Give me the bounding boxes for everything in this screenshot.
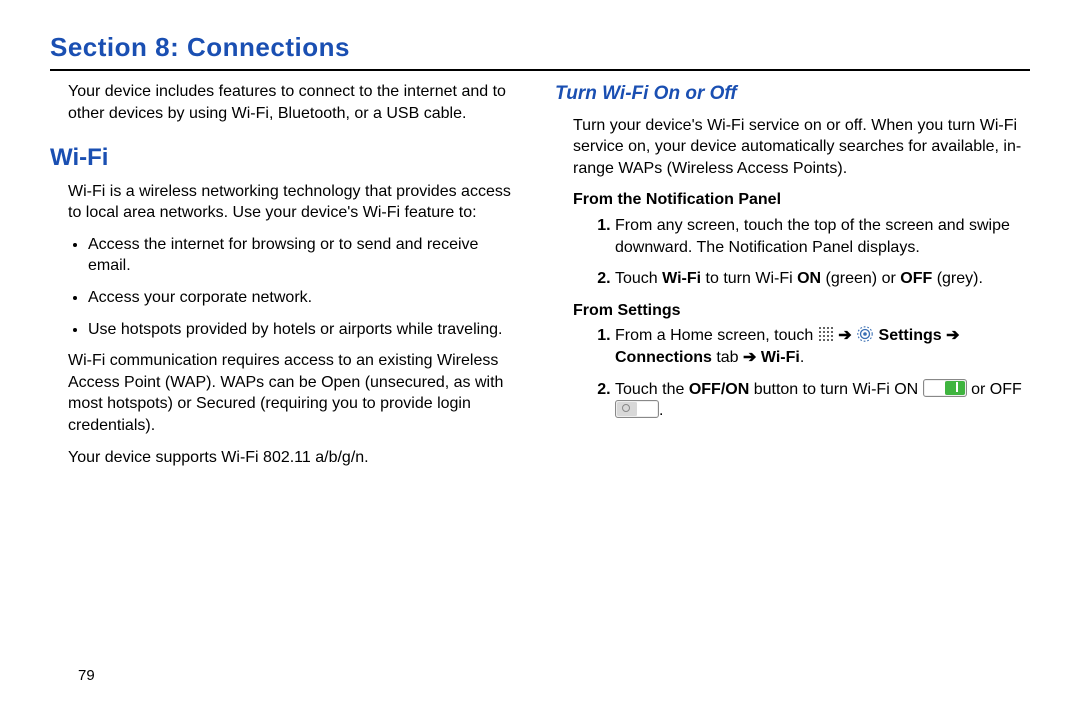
from-settings-label: From Settings xyxy=(555,300,1030,322)
toggle-on-icon xyxy=(923,379,967,397)
wifi-heading: Wi-Fi xyxy=(50,142,525,174)
off-on-label: OFF/ON xyxy=(689,381,749,398)
arrow-icon: ➔ xyxy=(743,349,761,366)
step-text: tab xyxy=(712,349,743,366)
wifi-label: Wi-Fi xyxy=(761,349,800,366)
step-item: Touch the OFF/ON button to turn Wi-Fi ON… xyxy=(615,379,1030,422)
apps-grid-icon xyxy=(818,326,834,342)
step-text: Touch the xyxy=(615,381,689,398)
connections-label: Connections xyxy=(615,349,712,366)
step-text: to turn Wi-Fi xyxy=(701,270,797,287)
two-column-layout: Your device includes features to connect… xyxy=(50,81,1030,478)
left-column: Your device includes features to connect… xyxy=(50,81,525,478)
settings-gear-icon xyxy=(856,325,874,343)
settings-label: Settings xyxy=(879,327,942,344)
list-item: Access the internet for browsing or to s… xyxy=(88,234,525,277)
step-text: Touch xyxy=(615,270,662,287)
list-item: Use hotspots provided by hotels or airpo… xyxy=(88,319,525,341)
step-text: button to turn Wi-Fi ON xyxy=(749,381,922,398)
step-text: . xyxy=(800,349,804,366)
step-text: From a Home screen, touch xyxy=(615,327,818,344)
step-item: From a Home screen, touch ➔ Settings ➔ C… xyxy=(615,325,1030,368)
on-label: ON xyxy=(797,270,821,287)
toggle-off-icon xyxy=(615,400,659,418)
step-item: Touch Wi-Fi to turn Wi-Fi ON (green) or … xyxy=(615,268,1030,290)
step-text: From any screen, touch the top of the sc… xyxy=(615,217,1010,256)
notification-panel-steps: From any screen, touch the top of the sc… xyxy=(555,215,1030,290)
step-text: (grey). xyxy=(932,270,983,287)
page-number: 79 xyxy=(78,667,95,684)
wap-paragraph: Wi-Fi communication requires access to a… xyxy=(50,350,525,436)
title-rule xyxy=(50,69,1030,71)
off-label: OFF xyxy=(900,270,932,287)
settings-steps: From a Home screen, touch ➔ Settings ➔ C… xyxy=(555,325,1030,421)
from-notification-panel-label: From the Notification Panel xyxy=(555,189,1030,211)
step-text: or OFF xyxy=(967,381,1022,398)
section-title: Section 8: Connections xyxy=(50,32,1030,63)
list-item: Access your corporate network. xyxy=(88,287,525,309)
turn-wifi-subheading: Turn Wi-Fi On or Off xyxy=(555,81,1030,107)
wifi-uses-list: Access the internet for browsing or to s… xyxy=(50,234,525,340)
wifi-label: Wi-Fi xyxy=(662,270,701,287)
step-text: (green) or xyxy=(821,270,900,287)
right-column: Turn Wi-Fi On or Off Turn your device's … xyxy=(555,81,1030,478)
arrow-icon: ➔ xyxy=(838,327,856,344)
wifi-support-paragraph: Your device supports Wi-Fi 802.11 a/b/g/… xyxy=(50,447,525,469)
turn-wifi-intro: Turn your device's Wi-Fi service on or o… xyxy=(555,115,1030,180)
step-text: . xyxy=(659,402,663,419)
arrow-icon: ➔ xyxy=(942,327,960,344)
wifi-intro-paragraph: Wi-Fi is a wireless networking technolog… xyxy=(50,181,525,224)
manual-page: Section 8: Connections Your device inclu… xyxy=(0,0,1080,720)
device-intro-paragraph: Your device includes features to connect… xyxy=(50,81,525,124)
step-item: From any screen, touch the top of the sc… xyxy=(615,215,1030,258)
